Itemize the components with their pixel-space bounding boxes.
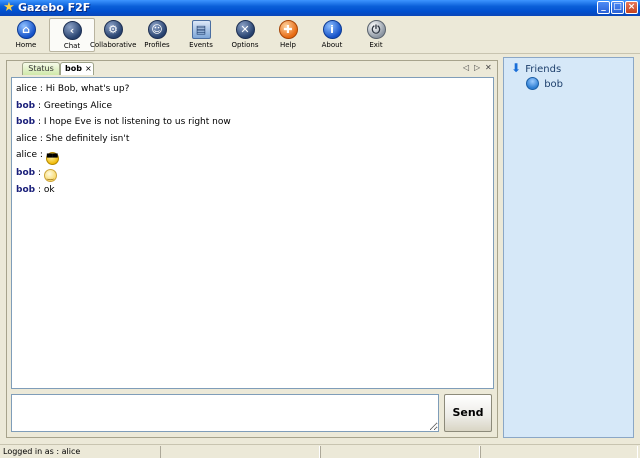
gear-icon: ⚙ (103, 20, 123, 39)
message-row: bob : ok (16, 185, 55, 195)
profiles-button[interactable]: ☺ Profiles (134, 18, 180, 52)
tab-status[interactable]: Status (22, 62, 60, 75)
arrow-down-icon: ⬇ (510, 61, 522, 75)
profiles-label: Profiles (144, 41, 170, 49)
tab-bob[interactable]: bob × (60, 62, 94, 75)
cool-face-emoji-icon: ▀▀ (45, 152, 59, 165)
message-sender: alice (16, 84, 38, 94)
message-input[interactable] (11, 394, 439, 432)
message-sender: alice (16, 150, 38, 160)
lifebuoy-icon: ✚ (278, 20, 298, 39)
collaborative-button[interactable]: ⚙ Collaborative (90, 18, 136, 52)
message-sender: bob (16, 168, 36, 178)
person-icon: ☺ (147, 20, 167, 39)
message-sender: bob (16, 117, 36, 127)
maximize-button[interactable]: □ (611, 1, 624, 14)
message-row: bob : ‿ (16, 165, 489, 182)
send-button[interactable]: Send (444, 394, 492, 432)
collaborative-label: Collaborative (90, 41, 137, 49)
status-segment (160, 446, 320, 458)
app-logo-icon: ★ (3, 0, 15, 15)
chat-tabs: Status bob × ◁ ▷ ✕ (7, 61, 497, 76)
exit-button[interactable]: ⏻ Exit (353, 18, 399, 52)
help-label: Help (280, 41, 296, 49)
message-sender: bob (16, 185, 36, 195)
status-segment (320, 446, 480, 458)
events-button[interactable]: ▤ Events (178, 18, 224, 52)
friends-group[interactable]: ⬇ Friends (510, 62, 561, 76)
title-bar: ★ Gazebo F2F _ □ × (0, 0, 640, 16)
help-button[interactable]: ✚ Help (265, 18, 311, 52)
status-bar: Logged in as : alice (0, 444, 640, 458)
info-icon: i (322, 20, 342, 39)
message-text: Greetings Alice (43, 100, 113, 111)
exit-label: Exit (369, 41, 383, 49)
friends-panel: ⬇ Friends bob (503, 57, 634, 438)
message-row: alice : Hi Bob, what's up? (16, 84, 130, 94)
close-button[interactable]: × (625, 1, 638, 14)
tab-scroll-left-icon[interactable]: ◁ (463, 63, 469, 73)
friends-group-label: Friends (525, 64, 562, 75)
monitor-icon: ▤ (191, 20, 211, 39)
power-icon: ⏻ (366, 20, 386, 39)
tools-icon: ✕ (235, 20, 255, 39)
message-log: alice : Hi Bob, what's up? bob : Greetin… (11, 77, 494, 389)
message-text: Hi Bob, what's up? (45, 84, 130, 94)
user-icon (526, 77, 539, 90)
home-icon: ⌂ (16, 20, 36, 39)
status-segment (480, 446, 638, 458)
message-row: alice : She definitely isn't (16, 133, 130, 144)
chat-panel: Status bob × ◁ ▷ ✕ alice : Hi Bob, what's… (6, 60, 498, 438)
chat-button[interactable]: ‹ Chat (49, 18, 95, 52)
message-text: I hope Eve is not listening to us right … (43, 117, 231, 127)
minimize-button[interactable]: _ (597, 1, 610, 14)
message-text: ok (43, 185, 55, 195)
smile-face-emoji-icon: ‿ (43, 169, 57, 182)
events-label: Events (189, 41, 213, 49)
home-button[interactable]: ⌂ Home (3, 18, 49, 52)
logged-in-status: Logged in as : alice (3, 447, 81, 456)
message-sender: alice (16, 133, 38, 144)
options-label: Options (231, 41, 259, 49)
tab-scroll-right-icon[interactable]: ▷ (474, 63, 480, 73)
about-label: About (321, 41, 343, 49)
window-title: Gazebo F2F (18, 1, 91, 14)
message-sender: bob (16, 100, 36, 111)
tab-close-icon[interactable]: × (85, 64, 92, 73)
main-toolbar: ⌂ Home ‹ Chat ⚙ Collaborative ☺ Profiles… (0, 16, 640, 54)
tab-bob-label: bob (65, 64, 82, 73)
friend-name: bob (544, 79, 564, 90)
app-window: ★ Gazebo F2F _ □ × ⌂ Home ‹ Chat ⚙ Colla… (0, 0, 640, 458)
tab-close-all-icon[interactable]: ✕ (485, 63, 492, 73)
message-row: alice : ▀▀ (16, 147, 489, 165)
message-row: bob : I hope Eve is not listening to us … (16, 117, 231, 127)
friend-item-bob[interactable]: bob (526, 77, 563, 91)
home-label: Home (15, 41, 37, 49)
message-text: She definitely isn't (45, 133, 130, 144)
chat-icon: ‹ (62, 21, 82, 40)
message-row: bob : Greetings Alice (16, 100, 113, 111)
about-button[interactable]: i About (309, 18, 355, 52)
chat-label: Chat (63, 42, 81, 50)
options-button[interactable]: ✕ Options (222, 18, 268, 52)
